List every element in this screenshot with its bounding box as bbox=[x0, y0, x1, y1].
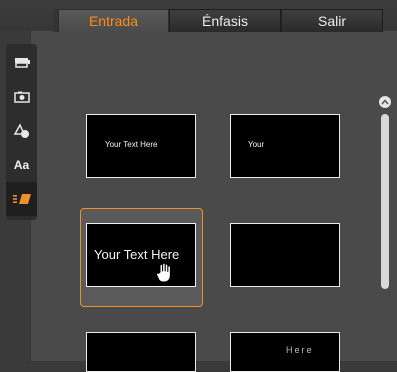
preset-thumbnail-6[interactable]: Here bbox=[230, 332, 340, 372]
preset-thumbnail-2[interactable]: Your bbox=[230, 114, 340, 178]
tab-enfasis[interactable]: Énfasis bbox=[169, 9, 281, 32]
hand-cursor-icon bbox=[155, 262, 171, 283]
thumbnail-text: Your Text Here bbox=[94, 247, 180, 262]
title-clip-icon[interactable] bbox=[6, 46, 37, 80]
preset-thumbnail-3[interactable]: Your Text Here bbox=[86, 223, 196, 287]
category-sidebar: Aa bbox=[6, 44, 37, 220]
preset-thumbnail-4[interactable] bbox=[230, 223, 340, 287]
thumbnail-text: Your bbox=[248, 140, 265, 149]
photo-icon[interactable] bbox=[6, 80, 37, 114]
text-style-icon[interactable]: Aa bbox=[6, 148, 37, 182]
preset-thumbnail-5[interactable] bbox=[86, 332, 196, 372]
scrollbar-thumb[interactable] bbox=[381, 114, 389, 289]
tab-salir[interactable]: Salir bbox=[281, 9, 383, 32]
text-style-label: Aa bbox=[13, 158, 30, 172]
effects-panel bbox=[31, 31, 397, 361]
scroll-up-button[interactable] bbox=[379, 96, 391, 108]
shapes-icon[interactable] bbox=[6, 114, 37, 148]
thumbnail-text: Your Text Here bbox=[105, 140, 158, 149]
animation-icon[interactable] bbox=[6, 182, 37, 216]
preset-thumbnail-1[interactable]: Your Text Here bbox=[86, 114, 196, 178]
thumbnail-text: Here bbox=[286, 345, 314, 355]
tab-entrada[interactable]: Entrada bbox=[58, 9, 169, 32]
